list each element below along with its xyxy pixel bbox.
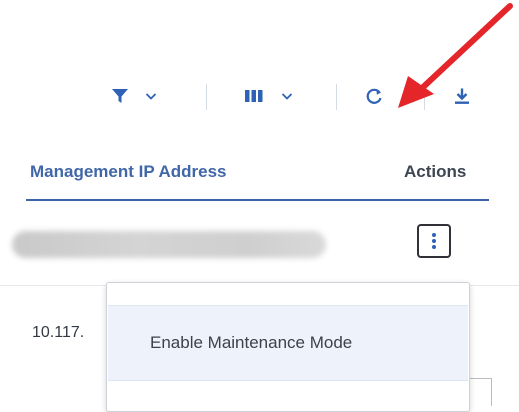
download-icon	[455, 88, 469, 104]
refresh-button[interactable]	[354, 74, 394, 118]
row-actions-button[interactable]	[417, 224, 451, 258]
menu-item-enable-maintenance-mode[interactable]: Enable Maintenance Mode	[108, 305, 468, 381]
row-actions-menu: Enable Maintenance Mode	[106, 282, 470, 412]
redacted-ip-address	[12, 231, 326, 258]
column-header-actions: Actions	[404, 162, 467, 181]
toolbar-separator	[206, 84, 207, 110]
columns-button[interactable]	[232, 74, 306, 118]
toolbar-separator	[424, 84, 425, 110]
columns-icon	[245, 90, 263, 102]
chevron-down-icon	[145, 93, 157, 100]
toolbar-separator	[336, 84, 337, 110]
table-header: Management IP Address Actions	[0, 140, 519, 202]
filter-icon	[112, 89, 128, 103]
refresh-icon	[366, 88, 382, 104]
ip-address-cell: 10.117.	[32, 324, 85, 341]
table-row	[0, 201, 519, 285]
download-button[interactable]	[444, 74, 480, 118]
table-toolbar	[0, 74, 519, 118]
cell-border	[491, 378, 492, 406]
chevron-down-icon	[281, 93, 293, 100]
filter-button[interactable]	[104, 74, 164, 118]
column-header-management-ip[interactable]: Management IP Address	[30, 162, 227, 182]
kebab-menu-icon	[432, 233, 436, 249]
